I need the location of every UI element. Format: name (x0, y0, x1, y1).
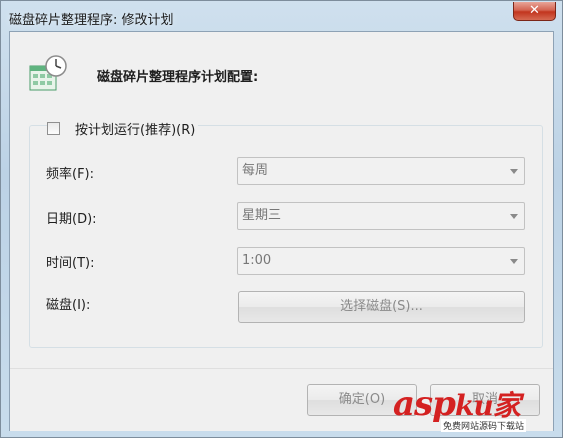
watermark-logo: aspku家 (393, 384, 521, 424)
chevron-down-icon (510, 169, 518, 174)
dialog-body: 磁盘碎片整理程序计划配置: 按计划运行(推荐)(R) 频率(F): 每周 日期(… (9, 31, 554, 431)
schedule-checkbox-row[interactable]: 按计划运行(推荐)(R) (47, 118, 199, 138)
dialog-window: 磁盘碎片整理程序: 修改计划 ✕ 磁盘碎片整理程序计划配置: 按计划运行(推荐)… (0, 0, 563, 438)
chevron-down-icon (510, 214, 518, 219)
header-text: 磁盘碎片整理程序计划配置: (97, 70, 259, 85)
time-select[interactable]: 1:00 (237, 247, 525, 275)
date-label: 日期(D): (46, 212, 97, 227)
close-button[interactable]: ✕ (513, 2, 556, 21)
frequency-label: 频率(F): (46, 167, 95, 182)
time-value: 1:00 (242, 253, 272, 268)
title-bar[interactable]: 磁盘碎片整理程序: 修改计划 ✕ (1, 1, 562, 35)
time-label: 时间(T): (46, 256, 95, 271)
calendar-clock-icon (29, 55, 67, 91)
window-title: 磁盘碎片整理程序: 修改计划 (9, 13, 174, 28)
chevron-down-icon (510, 259, 518, 264)
frequency-select[interactable]: 每周 (237, 157, 525, 185)
date-value: 星期三 (242, 208, 282, 223)
date-select[interactable]: 星期三 (237, 202, 525, 230)
disk-label: 磁盘(I): (46, 298, 91, 313)
schedule-checkbox[interactable] (47, 121, 60, 135)
select-disks-button[interactable]: 选择磁盘(S)... (238, 291, 525, 323)
schedule-checkbox-label[interactable]: 按计划运行(推荐)(R) (75, 119, 195, 138)
watermark-subtext: 免费网站源码下载站 (441, 419, 527, 432)
frequency-value: 每周 (242, 163, 269, 178)
